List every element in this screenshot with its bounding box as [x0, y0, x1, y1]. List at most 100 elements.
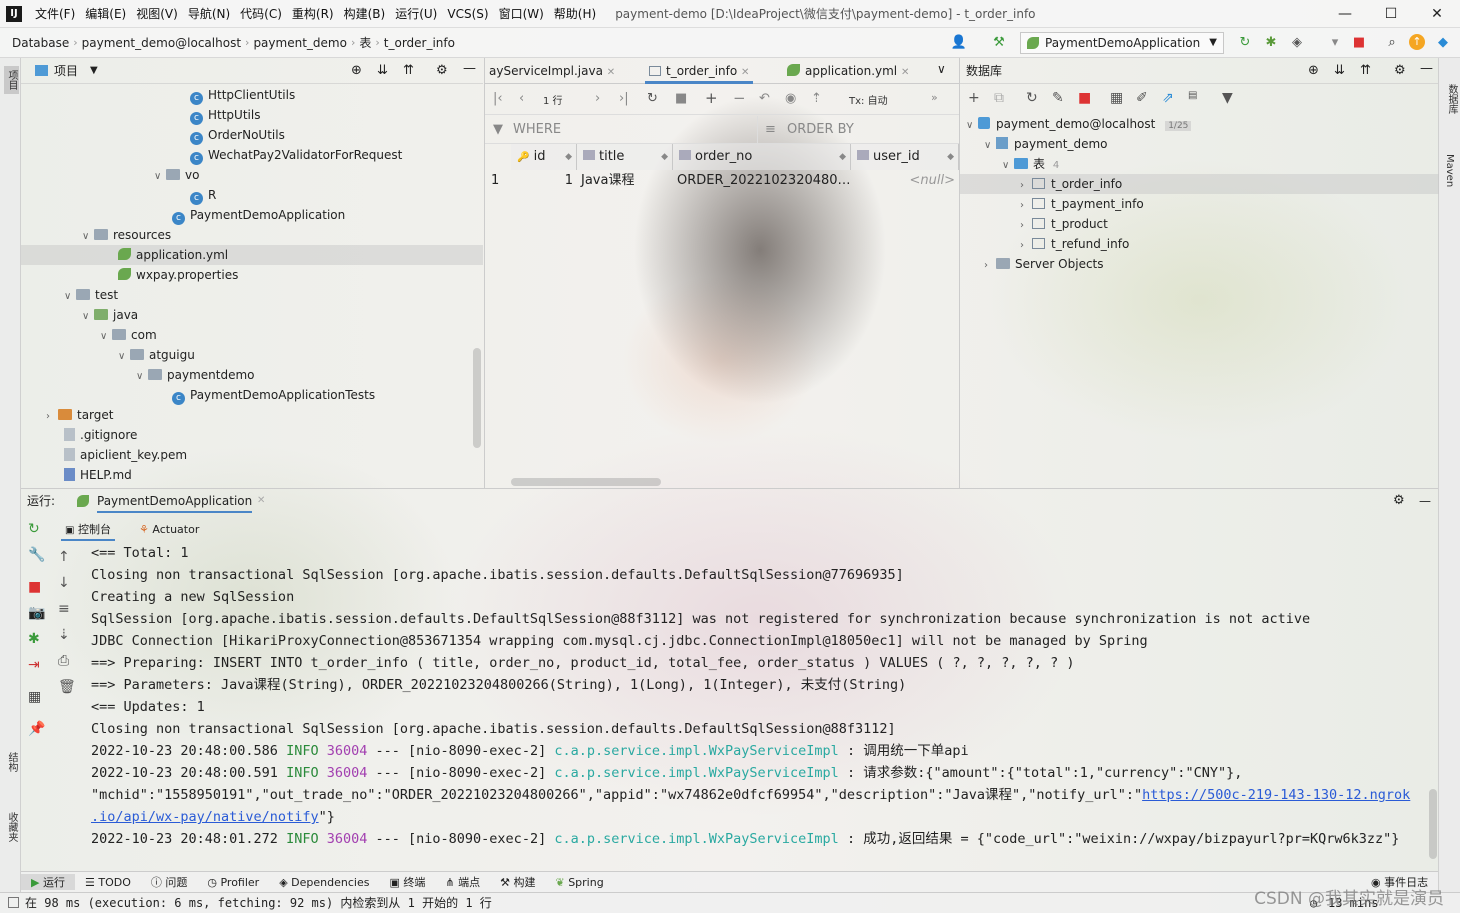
- breadcrumb-database[interactable]: Database: [8, 36, 73, 50]
- toggle-tool-windows-icon[interactable]: [8, 897, 19, 908]
- db-tree-item[interactable]: › t_product: [1020, 214, 1108, 234]
- notify-url-link[interactable]: .io/api/wx-pay/native/notify: [91, 809, 319, 825]
- tree-item[interactable]: › target: [46, 405, 114, 425]
- menu-refactor[interactable]: 重构(R): [287, 5, 339, 22]
- more-actions-icon[interactable]: »: [931, 91, 938, 104]
- db-tree-item[interactable]: ∨ 表 4: [1002, 154, 1059, 174]
- chevron-down-icon[interactable]: ∨: [100, 327, 112, 347]
- breadcrumb-schema[interactable]: payment_demo: [249, 36, 351, 50]
- order-by-input[interactable]: ORDER BY: [787, 116, 854, 144]
- trash-icon[interactable]: 🗑: [58, 679, 76, 695]
- page-size-select[interactable]: 1 行: [543, 92, 563, 107]
- chevron-right-icon[interactable]: ›: [984, 256, 996, 276]
- tool-tab-run[interactable]: ▶ 运行: [21, 874, 75, 890]
- chevron-down-icon[interactable]: ∨: [136, 367, 148, 387]
- column-header-title[interactable]: title ◆: [577, 144, 673, 170]
- stop-icon[interactable]: ■: [1350, 34, 1368, 52]
- chevron-down-icon[interactable]: ∨: [984, 136, 996, 156]
- run-config-tab[interactable]: PaymentDemoApplication: [97, 489, 253, 513]
- gear-icon[interactable]: ⚙: [1393, 489, 1405, 513]
- gear-icon[interactable]: ⚙: [436, 63, 448, 78]
- close-window-button[interactable]: ✕: [1414, 0, 1460, 28]
- cell-user-id[interactable]: <null>: [851, 170, 959, 192]
- tree-item[interactable]: ∨ test: [64, 285, 118, 305]
- tree-item[interactable]: c PaymentDemoApplicationTests: [172, 385, 375, 405]
- chevron-right-icon[interactable]: ›: [1020, 216, 1032, 236]
- add-datasource-icon[interactable]: +: [968, 90, 980, 106]
- tool-tab-todo[interactable]: ☰ TODO: [75, 876, 141, 889]
- breadcrumb-connection[interactable]: payment_demo@localhost: [78, 36, 245, 50]
- menu-navigate[interactable]: 导航(N): [183, 5, 235, 22]
- tree-item[interactable]: c OrderNoUtils: [190, 125, 285, 145]
- gear-icon[interactable]: ⚙: [1394, 63, 1406, 78]
- console-icon[interactable]: ▤: [1188, 90, 1197, 101]
- horizontal-scrollbar[interactable]: [511, 478, 661, 486]
- console-scrollbar[interactable]: [1429, 789, 1437, 859]
- locate-icon[interactable]: ⊕: [1308, 63, 1319, 78]
- structure-tool-tab[interactable]: 结构: [4, 752, 19, 772]
- close-tab-icon[interactable]: ✕: [607, 67, 615, 78]
- db-tree-item[interactable]: › t_refund_info: [1020, 234, 1129, 254]
- notify-url-link[interactable]: https://500c-219-143-130-12.ngrok: [1142, 787, 1410, 803]
- tree-item[interactable]: ∨ vo: [154, 165, 199, 185]
- delete-row-icon[interactable]: −: [733, 89, 746, 107]
- copy-icon[interactable]: ⧉: [994, 90, 1004, 106]
- tree-item[interactable]: ∨ com: [100, 325, 157, 345]
- exit-icon[interactable]: ⇥: [28, 657, 40, 673]
- menu-code[interactable]: 代码(C): [235, 5, 287, 22]
- chevron-down-icon[interactable]: ∨: [82, 307, 94, 327]
- edit-icon[interactable]: ✐: [1136, 90, 1148, 106]
- tool-tab-spring[interactable]: ❦ Spring: [545, 876, 613, 889]
- coverage-icon[interactable]: ◈: [1288, 34, 1306, 52]
- close-tab-icon[interactable]: ✕: [257, 489, 265, 513]
- sort-arrows-icon[interactable]: ◆: [839, 144, 846, 170]
- tool-tab-terminal[interactable]: ▣ 终端: [379, 874, 435, 890]
- db-tree-item[interactable]: ∨ payment_demo: [984, 134, 1108, 154]
- layout-icon[interactable]: ▦: [28, 689, 41, 705]
- submit-icon[interactable]: ⇡: [811, 91, 822, 106]
- pin-icon[interactable]: 📌: [28, 721, 45, 737]
- jetbrains-toolbox-icon[interactable]: ◆: [1434, 34, 1452, 52]
- tab-application-yml[interactable]: application.yml ✕: [783, 58, 913, 84]
- tool-tab-profiler[interactable]: ◷ Profiler: [197, 876, 269, 889]
- tree-item[interactable]: c HttpClientUtils: [190, 85, 295, 105]
- chevron-down-icon[interactable]: ∨: [118, 347, 130, 367]
- add-row-icon[interactable]: +: [705, 89, 718, 107]
- hide-panel-icon[interactable]: —: [1420, 61, 1433, 76]
- collapse-all-icon[interactable]: ⇈: [1360, 63, 1371, 78]
- expand-all-icon[interactable]: ⇊: [1334, 63, 1345, 78]
- build-hammer-icon[interactable]: ⚒: [990, 34, 1008, 52]
- actuator-tab[interactable]: ⚘ Actuator: [135, 519, 203, 541]
- database-panel-title[interactable]: 数据库: [966, 62, 1002, 79]
- maven-tool-tab[interactable]: Maven: [1444, 154, 1455, 187]
- up-arrow-icon[interactable]: ↑: [58, 549, 70, 565]
- sort-arrows-icon[interactable]: ◆: [947, 144, 954, 170]
- rerun-icon[interactable]: ↻: [28, 521, 40, 537]
- camera-icon[interactable]: 📷: [28, 605, 45, 621]
- wrench-icon[interactable]: 🔧: [28, 547, 45, 563]
- tree-item-selected[interactable]: application.yml: [21, 245, 483, 265]
- chevron-down-icon[interactable]: ∨: [966, 116, 978, 136]
- tree-item[interactable]: HELP.md: [64, 465, 132, 485]
- filter-icon[interactable]: ▼: [1222, 90, 1233, 106]
- column-header-order-no[interactable]: order_no ◆: [673, 144, 851, 170]
- disconnect-icon[interactable]: ■: [1078, 90, 1091, 106]
- collapse-all-icon[interactable]: ⇈: [403, 63, 414, 78]
- transaction-mode-select[interactable]: Tx: 自动: [849, 92, 888, 107]
- project-panel-title[interactable]: 项目: [54, 62, 78, 79]
- tree-item[interactable]: .gitignore: [64, 425, 137, 445]
- chevron-right-icon[interactable]: ›: [1020, 196, 1032, 216]
- tree-item[interactable]: ∨ paymentdemo: [136, 365, 255, 385]
- jump-icon[interactable]: ⇗: [1162, 90, 1174, 106]
- refresh-icon[interactable]: ↻: [1026, 90, 1038, 106]
- row-number[interactable]: 1: [487, 170, 511, 192]
- where-filter-input[interactable]: WHERE: [513, 116, 561, 144]
- tool-tab-problems[interactable]: ⓘ 问题: [141, 874, 198, 890]
- maximize-button[interactable]: ☐: [1368, 0, 1414, 28]
- locate-icon[interactable]: ⊕: [351, 63, 362, 78]
- search-icon[interactable]: ⌕: [1383, 34, 1401, 52]
- cell-id[interactable]: 1: [511, 170, 577, 192]
- stop-icon[interactable]: ■: [28, 579, 41, 595]
- db-tree-item[interactable]: ∨ payment_demo@localhost 1/25: [966, 114, 1192, 136]
- chevron-down-icon[interactable]: ∨: [64, 287, 76, 307]
